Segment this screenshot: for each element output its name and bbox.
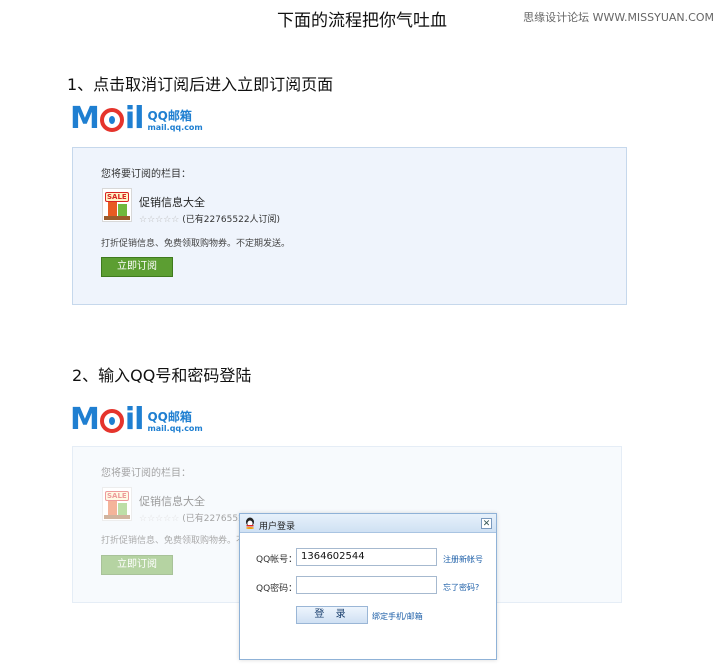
logo-letters-il: il [124,101,145,136]
logo-letter-m: M [70,402,100,437]
star-icons: ☆☆☆☆☆ [139,514,180,524]
item-description: 打折促销信息、免费领取购物券。不定期发送。 [101,239,291,249]
account-input[interactable]: 1364602544 [296,548,437,566]
qq-mail-logo-2: M il QQ邮箱 mail.qq.com [70,405,203,435]
subscribe-panel: 您将要订阅的栏目： SALE 促销信息大全 ☆☆☆☆☆ (已有22765522人… [72,147,627,305]
sale-tag-text: SALE [105,192,129,202]
panel-heading: 您将要订阅的栏目： [101,169,191,180]
rating-stars: ☆☆☆☆☆ (已有22765522人订阅) [139,212,280,225]
qq-penguin-icon [246,517,254,529]
register-link[interactable]: 注册新帐号 [443,554,483,565]
logo-letter-m: M [70,101,100,136]
sale-tag-text: SALE [105,491,129,501]
subscriber-count: (已有22765522人订阅) [182,215,281,225]
sale-bag-icon: SALE [102,188,132,222]
logo-text: QQ邮箱 mail.qq.com [147,110,202,134]
logo-letters-il: il [124,402,145,437]
logo-qq-text: QQ邮箱 [147,410,192,424]
item-name: 促销信息大全 [139,196,205,209]
rating-stars: ☆☆☆☆☆ (已有22765522 [139,511,250,524]
sale-bag-icon: SALE [102,487,132,521]
step-2-label: 2、输入QQ号和密码登陆 [72,366,252,385]
password-label: QQ密码： [256,584,298,594]
login-dialog: 用户登录 ✕ QQ帐号： 1364602544 注册新帐号 QQ密码： 忘了密码… [239,513,497,660]
subscribe-button[interactable]: 立即订阅 [101,257,173,277]
logo-o-icon [99,108,124,132]
close-icon[interactable]: ✕ [481,518,492,529]
logo-domain-text: mail.qq.com [147,123,203,132]
subscribe-button-disabled: 立即订阅 [101,555,173,575]
step-1-label: 1、点击取消订阅后进入立即订阅页面 [67,75,334,94]
logo-o-icon [99,409,124,433]
logo-qq-text: QQ邮箱 [147,109,192,123]
panel-heading: 您将要订阅的栏目： [101,468,191,479]
item-name: 促销信息大全 [139,495,205,508]
qq-mail-logo: M il QQ邮箱 mail.qq.com [70,104,203,134]
dialog-title: 用户登录 [259,522,296,532]
login-button[interactable]: 登 录 [296,606,368,624]
star-icons: ☆☆☆☆☆ [139,215,180,225]
watermark: 思缘设计论坛 WWW.MISSYUAN.COM [523,11,714,24]
logo-text: QQ邮箱 mail.qq.com [147,411,202,435]
account-label: QQ帐号： [256,555,298,565]
forgot-password-link[interactable]: 忘了密码? [443,582,479,593]
logo-domain-text: mail.qq.com [147,424,203,433]
bind-phone-email-link[interactable]: 绑定手机/邮箱 [372,611,423,622]
password-input[interactable] [296,576,437,594]
